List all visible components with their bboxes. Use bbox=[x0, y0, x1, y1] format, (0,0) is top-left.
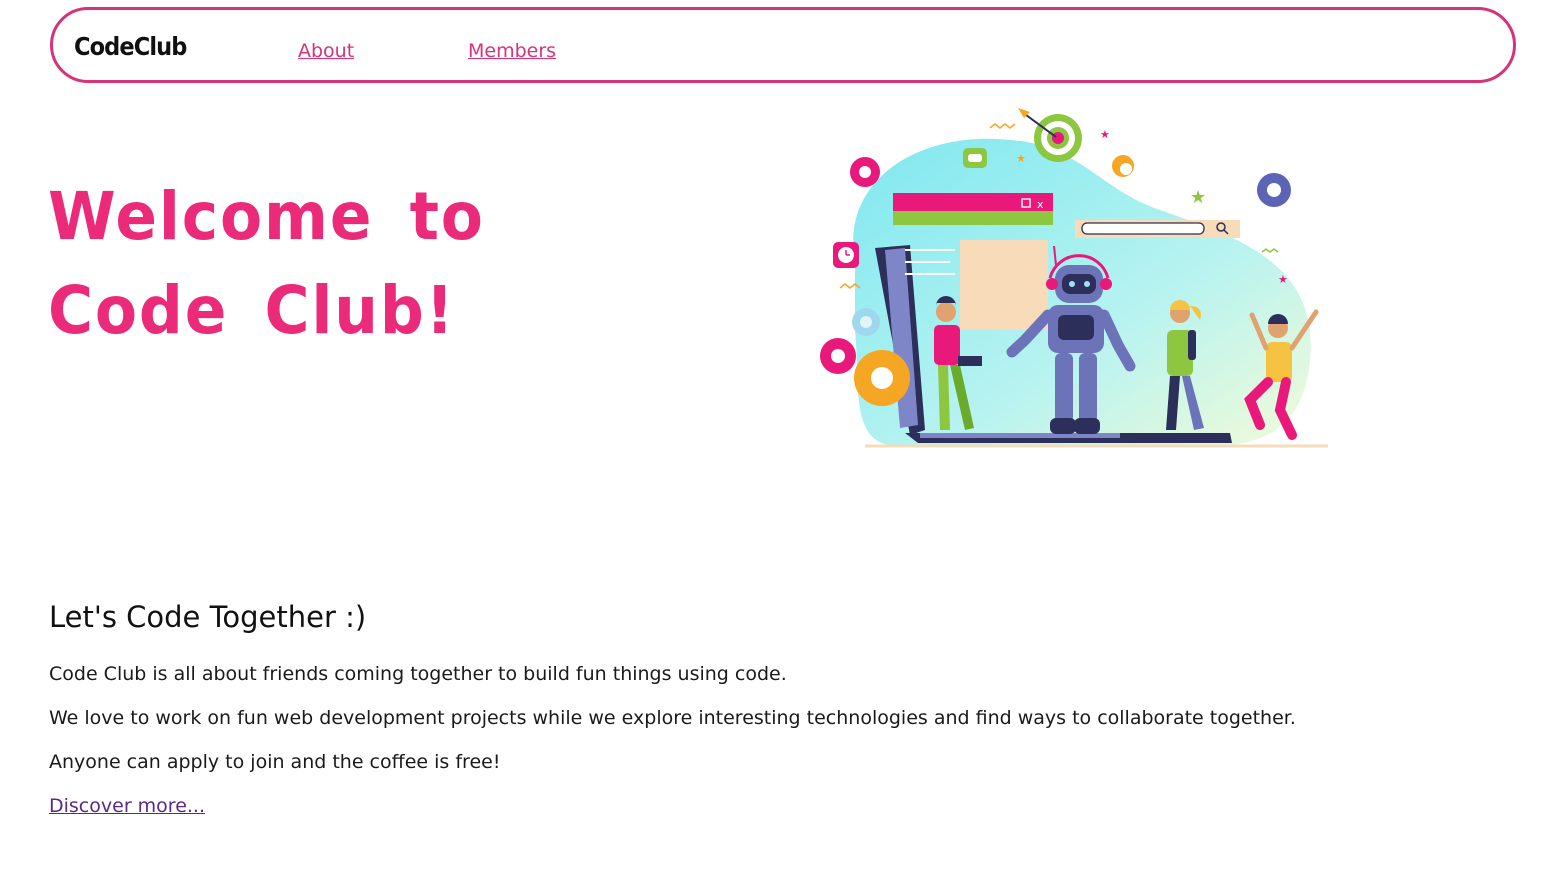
star-icon: ★ bbox=[1190, 187, 1206, 208]
gear-icon-pink-bottom bbox=[820, 338, 856, 374]
svg-text:★: ★ bbox=[1278, 273, 1288, 286]
nav-link-about[interactable]: About bbox=[298, 40, 354, 62]
gear-icon-purple bbox=[1257, 173, 1291, 207]
browser-toolbar bbox=[893, 211, 1053, 225]
hero-title: Welcome to Code Club! bbox=[48, 170, 532, 358]
about-paragraph-3: Anyone can apply to join and the coffee … bbox=[49, 751, 501, 773]
page-content-block bbox=[960, 240, 1048, 330]
svg-text:★: ★ bbox=[1100, 128, 1110, 141]
gear-icon-pink-top bbox=[850, 157, 880, 187]
window-close-icon: x bbox=[1037, 198, 1044, 211]
svg-text:★: ★ bbox=[1016, 152, 1026, 165]
about-paragraph-1: Code Club is all about friends coming to… bbox=[49, 663, 787, 685]
section-heading: Let's Code Together :) bbox=[49, 600, 367, 634]
navbar: CodeClub About Members bbox=[50, 7, 1516, 83]
gear-icon-light bbox=[852, 308, 880, 336]
about-paragraph-2: We love to work on fun web development p… bbox=[49, 707, 1296, 729]
clock-icon bbox=[833, 242, 859, 268]
hero-title-line-1: Welcome to bbox=[48, 178, 485, 255]
hero-title-line-2: Code Club! bbox=[48, 272, 456, 349]
browser-titlebar bbox=[893, 193, 1053, 211]
brand-logo[interactable]: CodeClub bbox=[74, 32, 187, 61]
gamepad-icon bbox=[963, 148, 987, 168]
hero-illustration: x ★ ★ ★ ★ bbox=[820, 108, 1328, 448]
discover-more-link[interactable]: Discover more... bbox=[49, 795, 205, 817]
nav-link-members[interactable]: Members bbox=[468, 40, 556, 62]
gear-icon-orange bbox=[854, 350, 910, 406]
